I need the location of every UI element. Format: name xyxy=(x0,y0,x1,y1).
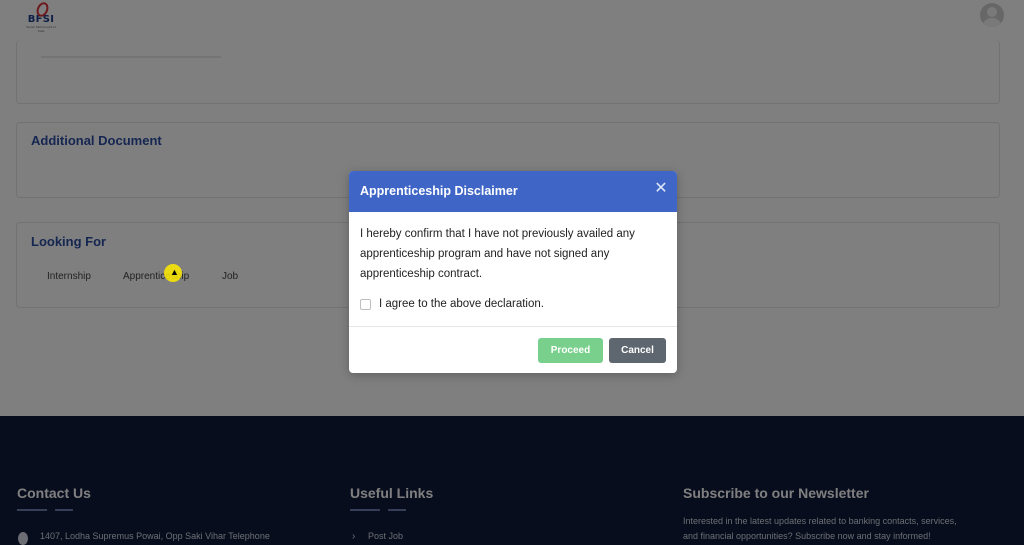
modal-header: Apprenticeship Disclaimer ✕ xyxy=(349,171,677,212)
agree-label[interactable]: I agree to the above declaration. xyxy=(379,298,544,310)
apprenticeship-disclaimer-modal: Apprenticeship Disclaimer ✕ I hereby con… xyxy=(349,171,677,373)
disclaimer-text: I hereby confirm that I have not previou… xyxy=(360,228,635,280)
modal-title: Apprenticeship Disclaimer xyxy=(360,184,518,198)
proceed-button[interactable]: Proceed xyxy=(538,338,603,363)
cancel-button[interactable]: Cancel xyxy=(609,338,666,363)
close-icon[interactable]: ✕ xyxy=(653,181,669,197)
modal-footer-divider xyxy=(349,326,677,327)
mouse-cursor-icon: ▲ xyxy=(170,267,179,277)
agree-checkbox[interactable] xyxy=(360,299,371,310)
